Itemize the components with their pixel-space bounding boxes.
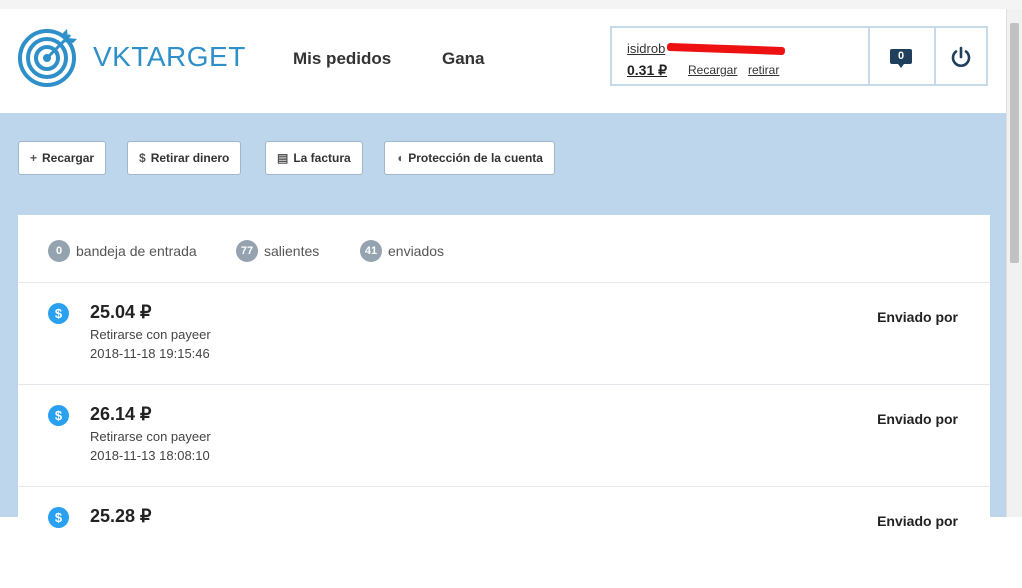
filter-tabs: 0 bandeja de entrada 77 salientes 41 enviad… — [18, 215, 990, 283]
withdraw-link[interactable]: retirar — [748, 63, 779, 77]
account-email-text: isidrob — [627, 41, 666, 56]
dollar-circle-icon: $ — [48, 507, 69, 528]
dollar-circle-icon: $ — [48, 303, 69, 324]
transaction-date: 2018-11-13 18:08:10 — [90, 448, 210, 463]
filter-inbox[interactable]: 0 bandeja de entrada — [48, 240, 197, 262]
nav-mis-pedidos[interactable]: Mis pedidos — [293, 49, 391, 69]
messages-button[interactable]: 0 — [870, 28, 934, 84]
transactions-panel: 0 bandeja de entrada 77 salientes 41 enviad… — [18, 215, 990, 529]
site-header: VKTARGET Mis pedidos Gana isidrob 0.31 ₽… — [0, 9, 1006, 113]
invoice-button[interactable]: ▤ La factura — [265, 141, 363, 175]
brand-name[interactable]: VKTARGET — [93, 41, 246, 73]
filter-outgoing[interactable]: 77 salientes — [236, 240, 319, 262]
account-box: isidrob 0.31 ₽ Recargar retirar 0 — [610, 26, 988, 86]
button-label: Retirar dinero — [150, 151, 230, 165]
transaction-description: Retirarse con payeer — [90, 327, 211, 342]
transaction-date: 2018-11-18 19:15:46 — [90, 346, 210, 361]
count-badge: 41 — [360, 240, 382, 262]
scrollbar-thumb[interactable] — [1010, 23, 1019, 263]
account-protection-button[interactable]: ◖ Protección de la cuenta — [384, 141, 555, 175]
recharge-link[interactable]: Recargar — [688, 63, 737, 77]
withdraw-money-button[interactable]: $ Retirar dinero — [127, 141, 242, 175]
transaction-row[interactable]: $ 26.14 ₽ Retirarse con payeer 2018-11-1… — [18, 385, 990, 487]
transaction-status: Enviado por — [877, 309, 958, 325]
shield-icon: ◖ — [396, 151, 404, 165]
account-info: isidrob 0.31 ₽ Recargar retirar — [612, 28, 868, 84]
transaction-amount: 26.14 ₽ — [90, 404, 152, 424]
filter-label: enviados — [388, 243, 445, 259]
filter-label: salientes — [264, 243, 320, 259]
transaction-description: Retirarse con payeer — [90, 429, 211, 444]
logout-button[interactable] — [936, 28, 988, 84]
transaction-row[interactable]: $ 25.28 ₽ Enviado por — [18, 487, 990, 588]
button-label: Recargar — [42, 151, 95, 165]
filter-sent[interactable]: 41 enviados — [360, 240, 444, 262]
dollar-icon: $ — [139, 151, 146, 165]
filter-label: bandeja de entrada — [76, 243, 197, 259]
target-logo-icon[interactable] — [18, 25, 80, 87]
dollar-circle-icon: $ — [48, 405, 69, 426]
document-icon: ▤ — [277, 151, 289, 165]
power-icon — [951, 46, 971, 67]
button-label: Protección de la cuenta — [408, 151, 543, 165]
plus-icon: + — [30, 151, 38, 165]
recharge-button[interactable]: + Recargar — [18, 141, 107, 175]
transaction-status: Enviado por — [877, 513, 958, 529]
message-count-badge: 0 — [890, 49, 912, 68]
nav-gana[interactable]: Gana — [442, 49, 485, 69]
count-badge: 0 — [48, 240, 70, 262]
account-balance[interactable]: 0.31 ₽ — [627, 62, 667, 79]
button-label: La factura — [293, 151, 351, 165]
page-scrollbar[interactable] — [1006, 9, 1022, 517]
transaction-row[interactable]: $ 25.04 ₽ Retirarse con payeer 2018-11-1… — [18, 283, 990, 385]
transaction-amount: 25.04 ₽ — [90, 302, 152, 322]
redaction-mark — [666, 42, 786, 56]
content-area: + Recargar $ Retirar dinero ▤ La factura ◖ P… — [0, 113, 1006, 529]
transaction-status: Enviado por — [877, 411, 958, 427]
count-badge: 77 — [236, 240, 258, 262]
account-email[interactable]: isidrob — [627, 41, 786, 56]
